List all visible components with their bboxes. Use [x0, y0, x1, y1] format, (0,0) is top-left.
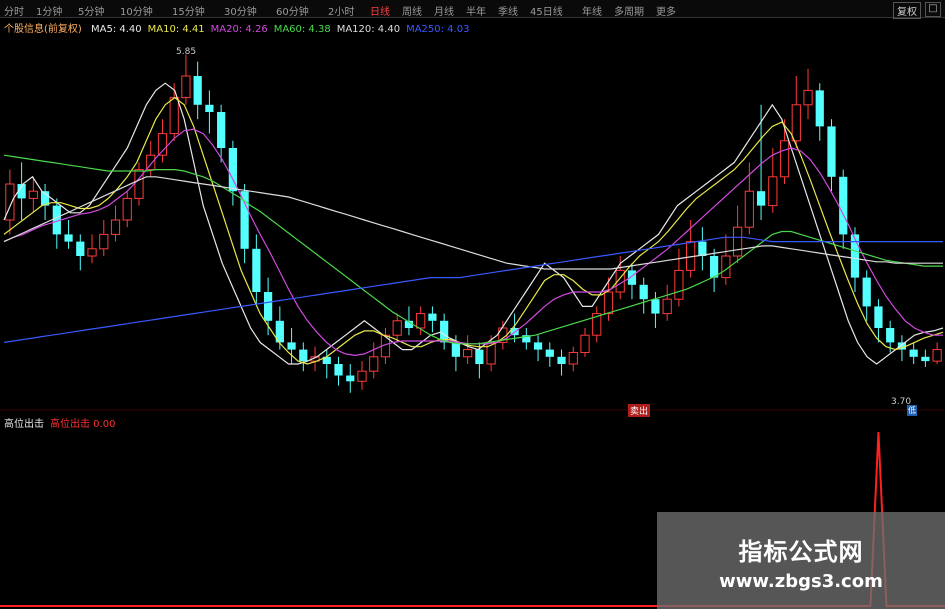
candle-body — [921, 356, 930, 362]
candle-body — [357, 370, 367, 382]
candle-body — [557, 356, 566, 364]
candle-body — [99, 233, 109, 250]
candle-body — [76, 241, 85, 256]
candle-body — [533, 342, 543, 350]
candle-body — [932, 349, 942, 362]
candle-body — [850, 234, 860, 278]
candle-body — [451, 342, 461, 357]
candle-body — [169, 97, 179, 135]
candle-body — [662, 298, 672, 315]
candle-body — [603, 291, 614, 315]
candle-body — [568, 351, 578, 365]
candle-body — [698, 241, 707, 256]
candle-body — [839, 176, 848, 235]
candle-body — [157, 133, 168, 156]
sell-signal-badge: 卖出 — [628, 404, 651, 417]
candle-body — [545, 349, 554, 357]
candle-body — [392, 320, 402, 336]
candle-body — [181, 75, 191, 99]
candle-body — [756, 191, 766, 206]
candle-body — [909, 349, 918, 357]
candle-body — [815, 90, 824, 127]
candle-body — [134, 169, 144, 199]
indicator-legend-item: 高位出击 0.00 — [50, 419, 116, 430]
candle-body — [674, 269, 684, 300]
candle-body — [639, 284, 648, 300]
candle-body — [710, 256, 719, 278]
candle-body — [369, 356, 379, 372]
high-price-label: 5.85 — [176, 47, 197, 57]
candle-body — [862, 277, 871, 307]
candle-body — [768, 176, 778, 207]
candle-body — [463, 349, 473, 358]
candle-body — [122, 197, 132, 221]
candle-body — [744, 190, 754, 228]
candle-body — [803, 89, 813, 106]
candle-body — [217, 112, 226, 148]
low-signal-badge: 低 — [907, 405, 917, 416]
candle-body — [651, 299, 660, 314]
candle-body — [64, 234, 73, 242]
candle-body — [886, 328, 895, 343]
candle-body — [240, 191, 249, 249]
watermark-url: www.zbgs3.com — [719, 571, 883, 592]
candle-body — [252, 248, 261, 292]
watermark-title: 指标公式网 — [738, 538, 864, 566]
candle-body — [732, 226, 743, 257]
candle-body — [205, 104, 214, 112]
ma-line-ma10 — [3, 96, 944, 365]
indicator-legend-item: 高位出击 — [4, 419, 44, 430]
candle-body — [791, 104, 801, 142]
candle-body — [827, 126, 836, 177]
stock-chart-app: 分时 1分钟 5分钟 10分钟 15分钟 30分钟 60分钟 2小时 日线 周线 月线 半年 季线 45日… — [0, 0, 945, 609]
candle-body — [334, 364, 343, 376]
ma-line-ma60 — [3, 154, 943, 345]
candle-body — [874, 306, 883, 328]
candle-body — [428, 313, 437, 321]
indicator-legend: 高位出击 高位出击 0.00 — [4, 415, 121, 430]
ma-line-ma5 — [3, 82, 944, 365]
candle-body — [779, 140, 790, 178]
candle-body — [346, 375, 355, 382]
ma-line-ma120 — [3, 176, 943, 270]
candle-body — [416, 313, 426, 329]
candle-body — [193, 76, 202, 105]
candle-body — [28, 190, 38, 199]
candle-body — [263, 292, 273, 321]
candle-body — [87, 248, 97, 257]
candle-body — [299, 349, 308, 362]
candle-body — [287, 342, 296, 350]
candle-body — [110, 219, 121, 235]
watermark: 指标公式网 www.zbgs3.com — [657, 512, 945, 609]
candle-body — [475, 349, 484, 364]
candle-body — [580, 334, 590, 353]
